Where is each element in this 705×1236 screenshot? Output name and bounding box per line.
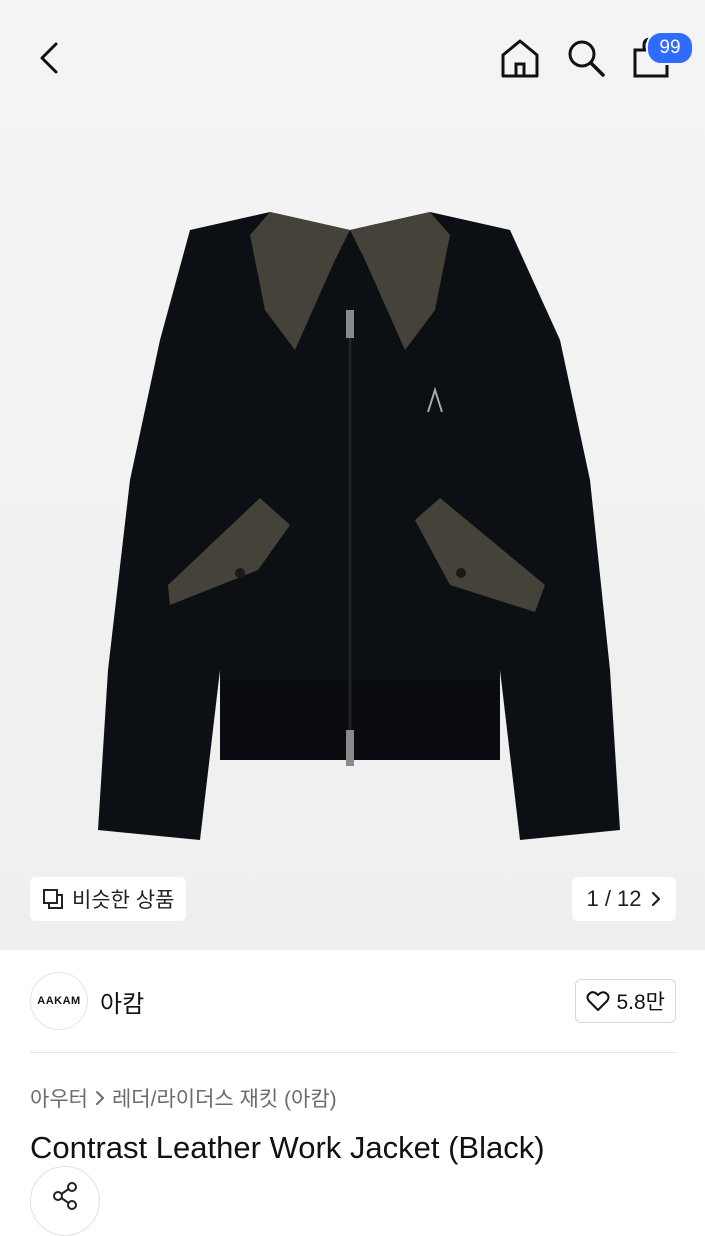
- share-icon: [53, 1182, 77, 1210]
- breadcrumb-subcategory[interactable]: 레더/라이더스 재킷 (아캄): [112, 1083, 337, 1113]
- share-button[interactable]: [30, 1166, 100, 1236]
- cart-count-badge: 99: [646, 31, 694, 65]
- heart-icon: [586, 991, 610, 1011]
- like-button[interactable]: 5.8만: [575, 979, 676, 1023]
- brand-logo[interactable]: AAKAM: [30, 972, 88, 1030]
- product-gallery[interactable]: 99 비슷한 상품 1 / 12: [0, 0, 705, 950]
- breadcrumb-category[interactable]: 아우터: [30, 1083, 88, 1113]
- brand-row: AAKAM 아캄 5.8만: [30, 970, 676, 1030]
- overlapping-squares-icon: [43, 889, 63, 909]
- chevron-right-icon: [651, 891, 660, 907]
- similar-products-button[interactable]: 비슷한 상품: [30, 877, 187, 921]
- product-title: Contrast Leather Work Jacket (Black): [30, 1130, 545, 1165]
- chevron-right-icon: [95, 1091, 104, 1105]
- divider: [30, 1052, 676, 1053]
- image-pager[interactable]: 1 / 12: [572, 877, 676, 921]
- back-button[interactable]: [28, 36, 72, 80]
- similar-products-label: 비슷한 상품: [72, 889, 175, 912]
- top-nav-bar: 99: [0, 0, 705, 110]
- search-button[interactable]: [562, 34, 610, 82]
- search-icon: [568, 40, 605, 77]
- chevron-left-icon: [40, 42, 58, 74]
- brand-name[interactable]: 아캄: [100, 984, 144, 1019]
- breadcrumb: 아우터 레더/라이더스 재킷 (아캄): [30, 1083, 337, 1113]
- home-icon: [501, 39, 539, 78]
- pager-text: 1 / 12: [586, 886, 642, 911]
- like-count: 5.8만: [616, 991, 665, 1014]
- home-button[interactable]: [496, 34, 544, 82]
- product-image[interactable]: [80, 200, 640, 850]
